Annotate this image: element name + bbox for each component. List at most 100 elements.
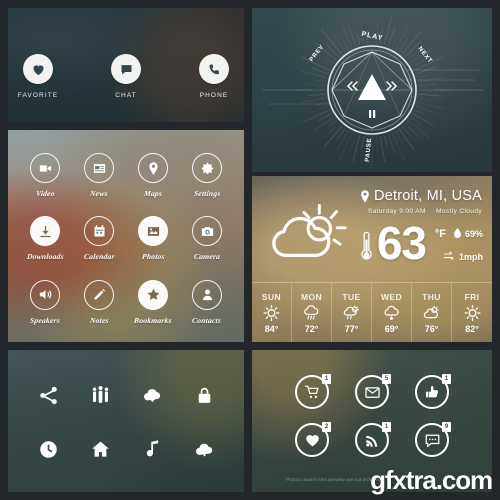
cloud-download-button[interactable] (126, 368, 178, 422)
social-item-like[interactable]: 1 (402, 368, 462, 416)
person-icon (192, 279, 222, 310)
chat-label: CHAT (115, 92, 137, 99)
app-item-video[interactable]: Video (18, 144, 72, 207)
app-label: Photos (141, 252, 165, 262)
phone-button[interactable]: PHONE (191, 54, 237, 99)
chat-button[interactable]: CHAT (103, 54, 149, 99)
forecast-day[interactable]: THU 76° (412, 283, 452, 342)
favorite-label: FAVORITE (17, 92, 59, 99)
forecast-dayname: TUE (342, 291, 361, 302)
app-item-notes[interactable]: Notes (72, 271, 126, 334)
app-item-bookmarks[interactable]: Bookmarks (126, 271, 180, 334)
clock-button[interactable] (22, 422, 74, 476)
sun-icon (464, 304, 481, 321)
clock-icon (38, 439, 59, 460)
weather-location: Detroit, MI, USA (360, 188, 482, 204)
weather-subheader: Saturday 9:00 AM Mostly Cloudy (360, 208, 482, 215)
forecast-dayname: FRI (464, 291, 480, 302)
forecast-day[interactable]: SUN 84° (252, 283, 292, 342)
forecast-temp: 72° (304, 323, 319, 334)
status-badge: 1 (442, 374, 451, 384)
forecast-temp: 69° (384, 323, 399, 334)
cloud-download-icon (142, 385, 163, 406)
app-item-settings[interactable]: Settings (180, 144, 234, 207)
phone-label: PHONE (199, 92, 229, 99)
gear-icon (192, 153, 222, 184)
play-triangle-icon (358, 74, 386, 100)
status-badge: 1 (382, 422, 391, 432)
weather-panel: Detroit, MI, USA Saturday 9:00 AM Mostly… (252, 176, 492, 342)
prev-chevrons-icon (346, 81, 358, 91)
next-chevrons-icon (386, 81, 398, 91)
app-label: Downloads (26, 252, 64, 262)
sun-rain-icon (343, 304, 360, 321)
music-note-button[interactable] (126, 422, 178, 476)
lock-button[interactable] (178, 368, 230, 422)
social-item-cart[interactable]: 1 (282, 368, 342, 416)
forecast-day[interactable]: WED 69° (372, 283, 412, 342)
social-grid: 1 5 1 2 1 9 (282, 368, 462, 464)
app-label: News (89, 189, 109, 199)
forecast-temp: 84° (264, 323, 279, 334)
cloud-upload-button[interactable] (178, 422, 230, 476)
forecast-day[interactable]: TUE 77° (332, 283, 372, 342)
pause-bars-icon (369, 110, 376, 118)
map-pin-icon (138, 153, 168, 184)
wind-icon (443, 251, 455, 262)
weather-daytime: Saturday 9:00 AM (367, 208, 426, 215)
video-camera-icon (30, 153, 60, 184)
tools-grid (22, 368, 230, 476)
pencil-icon (84, 279, 114, 310)
speaker-icon (30, 279, 60, 310)
people-group-icon (90, 385, 111, 406)
rain-icon (303, 304, 320, 321)
music-dial[interactable]: PLAY PREV NEXT PAUSE (252, 8, 492, 172)
app-item-calendar[interactable]: Calendar (72, 207, 126, 270)
camera-icon (192, 216, 222, 247)
social-item-mail[interactable]: 5 (342, 368, 402, 416)
social-item-rss[interactable]: 1 (342, 416, 402, 464)
home-icon (90, 439, 111, 460)
forecast-temp: 76° (424, 323, 439, 334)
weather-wind: 1mph (443, 251, 483, 262)
droplet-icon (453, 228, 461, 240)
app-item-camera[interactable]: Camera (180, 207, 234, 270)
app-item-maps[interactable]: Maps (126, 144, 180, 207)
star-icon (138, 279, 168, 310)
forecast-dayname: SUN (261, 291, 282, 302)
sun-icon (263, 304, 280, 321)
phone-icon (199, 54, 229, 84)
favorites-panel: FAVORITE CHAT PHONE (8, 8, 244, 122)
app-item-photos[interactable]: Photos (126, 207, 180, 270)
app-item-speakers[interactable]: Speakers (18, 271, 72, 334)
forecast-temp: 77° (344, 323, 359, 334)
music-note-icon (142, 439, 163, 460)
favorite-button[interactable]: FAVORITE (15, 54, 61, 99)
sun-behind-cloud-icon (266, 202, 352, 264)
app-item-news[interactable]: News (72, 144, 126, 207)
cloud-rain-icon (383, 305, 400, 321)
home-button[interactable] (74, 422, 126, 476)
forecast-day[interactable]: FRI 82° (452, 283, 492, 342)
people-group-button[interactable] (74, 368, 126, 422)
share-icon (38, 385, 59, 406)
app-label: Maps (143, 189, 163, 199)
social-item-favorite[interactable]: 2 (282, 416, 342, 464)
heart-icon (23, 54, 53, 84)
weather-location-text: Detroit, MI, USA (374, 188, 482, 204)
prev-label: PREV (309, 44, 326, 63)
app-item-downloads[interactable]: Downloads (18, 207, 72, 270)
social-item-chat[interactable]: 9 (402, 416, 462, 464)
credit-note: Photos used in this preview are not incl… (286, 477, 381, 482)
share-button[interactable] (22, 368, 74, 422)
forecast-dayname: WED (380, 291, 403, 302)
weather-unit: °F (434, 228, 446, 240)
app-item-contacts[interactable]: Contacts (180, 271, 234, 334)
map-pin-icon (360, 189, 370, 203)
forecast-day[interactable]: MON 72° (292, 283, 332, 342)
app-label: Calendar (83, 252, 115, 262)
newspaper-icon (84, 153, 114, 184)
favorites-row: FAVORITE CHAT PHONE (8, 54, 244, 99)
forecast-dayname: MON (300, 291, 323, 302)
forecast-temp: 82° (465, 323, 479, 334)
